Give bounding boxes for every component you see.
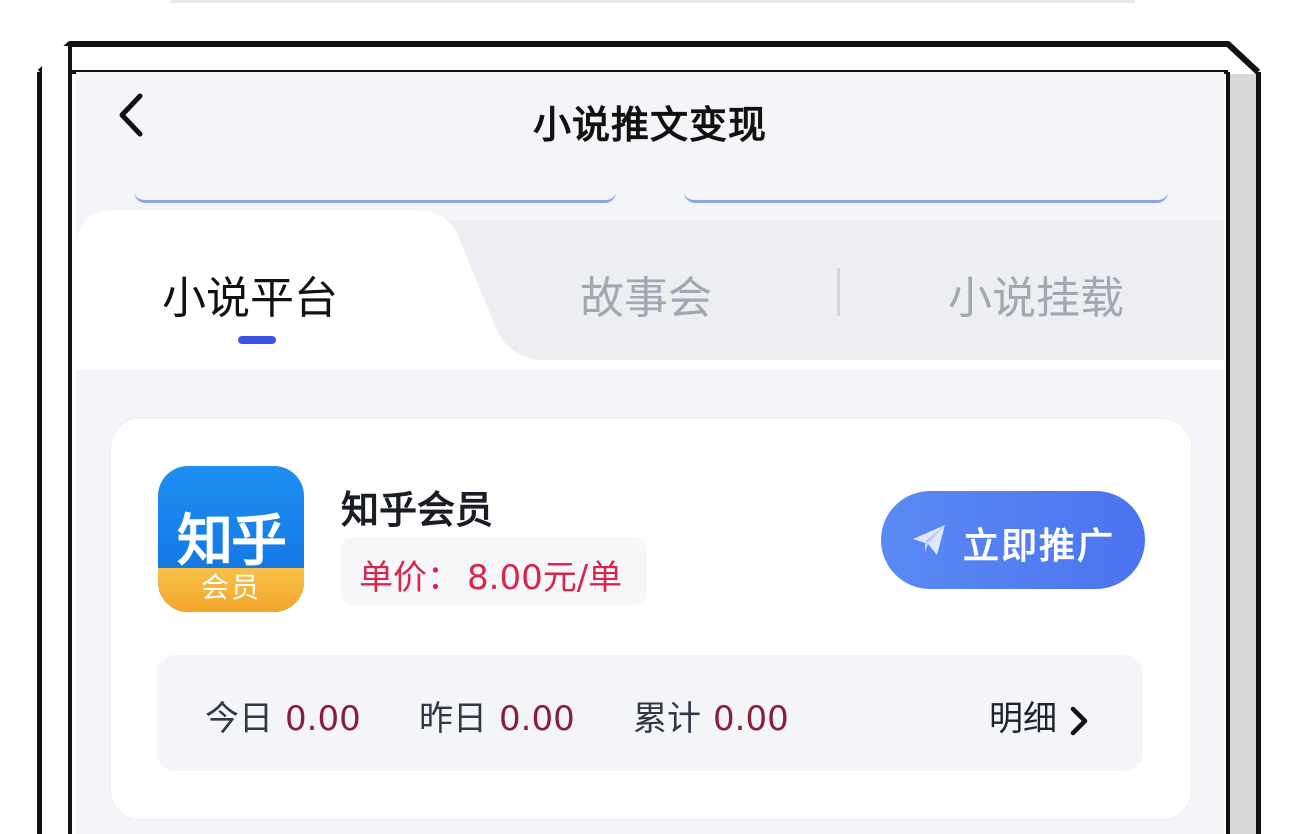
tab-novel-mount[interactable]: 小说挂载 [948, 262, 1124, 326]
stat-today: 今日 0.00 [205, 691, 361, 740]
details-link[interactable]: 明细 [989, 691, 1091, 740]
screenshot-stage: 小说推文变现 小说平台 故事会 小说挂载 知乎 会员 知乎会员 单价： 8.00… [0, 0, 1299, 834]
stat-today-label: 今日 [205, 699, 273, 739]
app-icon-main-text: 知乎 [177, 509, 287, 574]
app-name: 知乎会员 [341, 488, 494, 532]
tab-divider [837, 268, 840, 316]
app-header: 小说推文变现 [76, 72, 1224, 162]
phone-screen: 小说推文变现 小说平台 故事会 小说挂载 知乎 会员 知乎会员 单价： 8.00… [76, 72, 1224, 834]
top-divider [170, 0, 1135, 3]
stat-total-value: 0.00 [713, 699, 789, 739]
stat-yesterday-label: 昨日 [419, 699, 487, 739]
stat-yesterday: 昨日 0.00 [419, 691, 575, 740]
app-icon-strip-text: 会员 [158, 568, 304, 612]
paper-plane-icon [913, 525, 945, 555]
stat-today-value: 0.00 [285, 699, 361, 739]
active-tab-indicator [238, 336, 276, 344]
banner-edge-right [684, 192, 1168, 203]
stat-total: 累计 0.00 [633, 691, 789, 740]
page-title: 小说推文变现 [532, 103, 767, 147]
banner-edge-left [134, 192, 616, 203]
platform-card: 知乎 会员 知乎会员 单价： 8.00元/单 立即推广 今日 0.00 昨日 0… [110, 418, 1192, 820]
tab-novel-platform[interactable]: 小说平台 [162, 262, 338, 326]
price-pill: 单价： 8.00元/单 [341, 537, 647, 605]
price-value: 8.00元/单 [467, 558, 623, 598]
details-label: 明细 [989, 699, 1057, 739]
zhihu-vip-app-icon: 知乎 会员 [158, 466, 304, 612]
promote-now-button[interactable]: 立即推广 [881, 491, 1145, 589]
price-label: 单价： [359, 558, 461, 598]
stats-bar: 今日 0.00 昨日 0.00 累计 0.00 明细 [157, 655, 1143, 771]
tab-story-club[interactable]: 故事会 [580, 262, 712, 326]
promote-button-label: 立即推广 [963, 526, 1116, 567]
stat-total-label: 累计 [633, 699, 701, 739]
stat-yesterday-value: 0.00 [499, 699, 575, 739]
chevron-right-icon [1070, 706, 1088, 735]
